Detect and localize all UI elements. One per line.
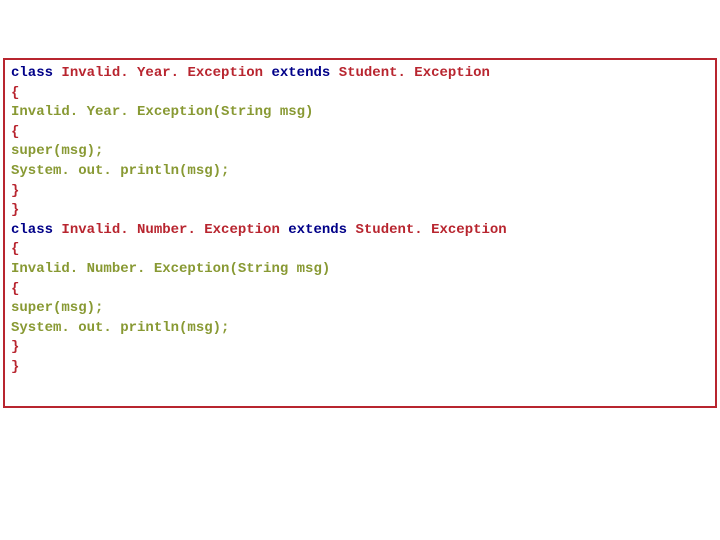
stmt: super(msg); xyxy=(11,143,103,159)
brace-close: } xyxy=(11,202,19,218)
keyword-class: class xyxy=(11,222,61,238)
ctor-name: Invalid. Number. Exception xyxy=(11,261,229,277)
keyword-class: class xyxy=(11,65,61,81)
stmt: System. out. println(msg); xyxy=(11,163,229,179)
brace-open: { xyxy=(11,124,19,140)
brace-open: { xyxy=(11,241,19,257)
brace-close: } xyxy=(11,183,19,199)
stmt: System. out. println(msg); xyxy=(11,320,229,336)
brace-close: } xyxy=(11,359,19,375)
brace-close: } xyxy=(11,339,19,355)
parent-class: Student. Exception xyxy=(339,65,490,81)
code-block: class Invalid. Year. Exception extends S… xyxy=(3,58,717,408)
keyword-extends: extends xyxy=(271,65,338,81)
class-name: Invalid. Year. Exception xyxy=(61,65,271,81)
ctor-args: (String msg) xyxy=(229,261,330,277)
brace-open: { xyxy=(11,281,19,297)
class-name: Invalid. Number. Exception xyxy=(61,222,288,238)
stmt: super(msg); xyxy=(11,300,103,316)
ctor-name: Invalid. Year. Exception xyxy=(11,104,213,120)
brace-open: { xyxy=(11,85,19,101)
parent-class: Student. Exception xyxy=(355,222,506,238)
ctor-args: (String msg) xyxy=(213,104,314,120)
keyword-extends: extends xyxy=(288,222,355,238)
